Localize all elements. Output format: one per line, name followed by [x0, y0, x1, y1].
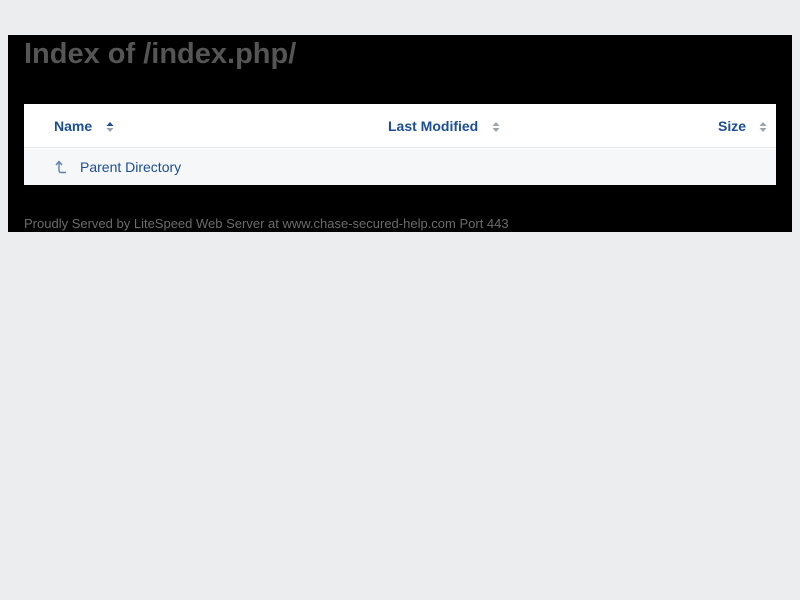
- sort-icon[interactable]: [759, 121, 767, 133]
- table-row[interactable]: Parent Directory: [24, 149, 776, 185]
- table-header-row: Name Last Modified Size: [24, 104, 776, 148]
- column-header-size[interactable]: Size: [718, 104, 746, 148]
- server-footer: Proudly Served by LiteSpeed Web Server a…: [24, 216, 509, 231]
- parent-directory-icon[interactable]: [52, 159, 68, 175]
- page-container: Index of /index.php/ Name Last Modified …: [8, 35, 792, 232]
- sort-icon[interactable]: [106, 121, 114, 133]
- parent-directory-link[interactable]: Parent Directory: [80, 149, 181, 185]
- sort-icon[interactable]: [492, 121, 500, 133]
- column-header-name[interactable]: Name: [54, 104, 92, 148]
- page-title: Index of /index.php/: [24, 38, 297, 70]
- column-header-last-modified[interactable]: Last Modified: [388, 104, 478, 148]
- directory-listing-table: Name Last Modified Size Parent Directory: [24, 104, 776, 185]
